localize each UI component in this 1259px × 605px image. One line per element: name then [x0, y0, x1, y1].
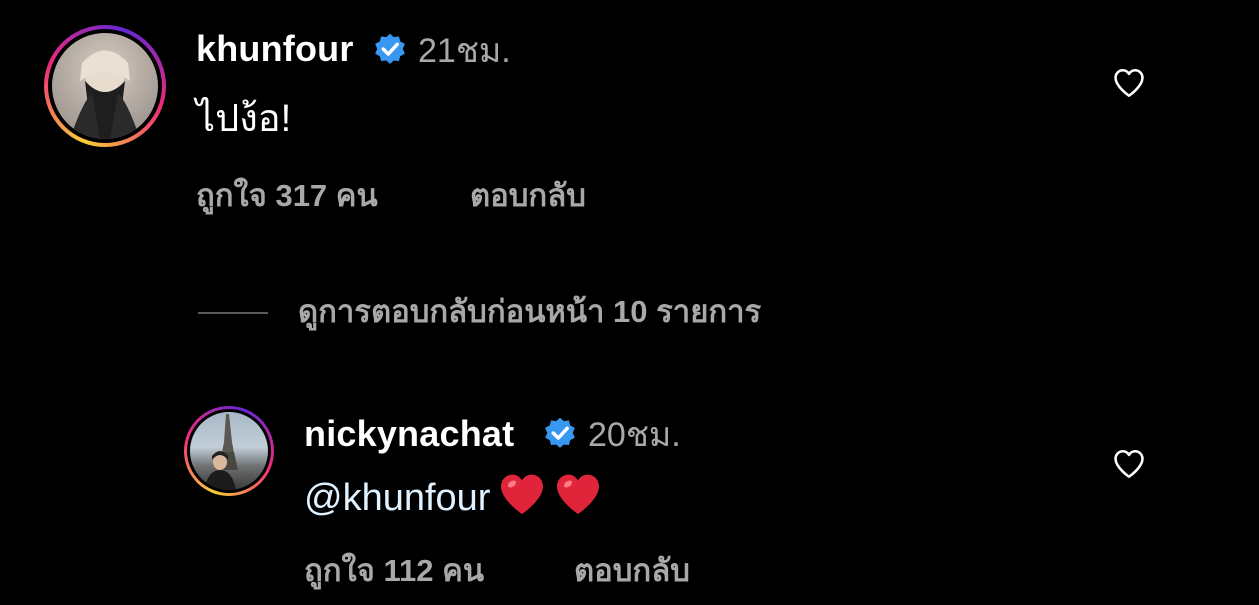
- comment-text: @khunfour: [304, 470, 602, 521]
- reply-button[interactable]: ตอบกลับ: [574, 551, 690, 591]
- avatar-khunfour[interactable]: [44, 25, 166, 147]
- comment-time: 21ชม.: [418, 32, 511, 70]
- red-heart-emoji-icon: [557, 474, 600, 514]
- comment-text: ไปง้อ!: [196, 98, 292, 140]
- avatar-photo-icon: [70, 50, 140, 139]
- verified-badge-icon: [375, 33, 405, 64]
- comment-time: 20ชม.: [588, 416, 681, 454]
- like-count[interactable]: ถูกใจ 112 คน: [304, 551, 484, 591]
- verified-badge-icon: [545, 417, 575, 448]
- avatar-image: [52, 33, 158, 139]
- view-previous-replies-button[interactable]: ดูการตอบกลับก่อนหน้า 10 รายการ: [298, 292, 761, 332]
- like-heart-icon[interactable]: [1111, 66, 1147, 100]
- like-count[interactable]: ถูกใจ 317 คน: [196, 176, 378, 216]
- avatar-photo-icon: [204, 414, 238, 490]
- mention-link[interactable]: @khunfour: [304, 477, 490, 519]
- avatar-image: [190, 412, 268, 490]
- avatar-nickynachat[interactable]: [184, 406, 274, 496]
- red-heart-emoji-icon: [501, 474, 544, 514]
- comment-username[interactable]: nickynachat: [304, 414, 514, 454]
- like-heart-icon[interactable]: [1111, 447, 1147, 481]
- comment-username[interactable]: khunfour: [196, 29, 354, 69]
- replies-divider: [198, 312, 268, 314]
- comments-screen: khunfour 21ชม. ไปง้อ! ถูกใจ 317 คน ตอบกล…: [0, 0, 1259, 605]
- reply-button[interactable]: ตอบกลับ: [470, 176, 586, 216]
